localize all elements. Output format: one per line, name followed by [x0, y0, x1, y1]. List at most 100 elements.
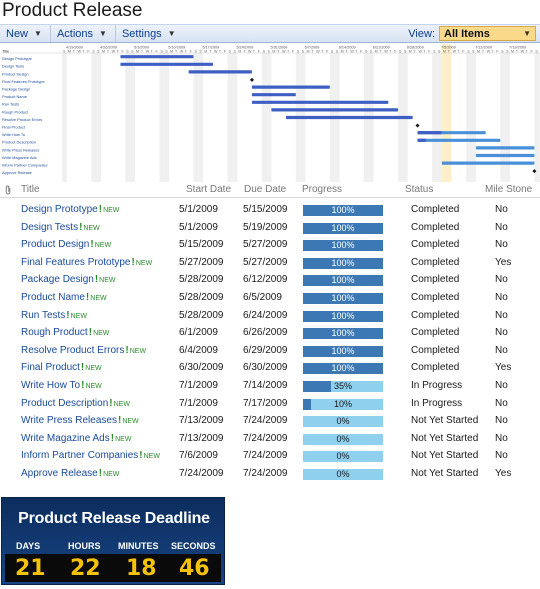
progress-bar: 100% [303, 257, 383, 269]
progress-bar: 100% [303, 363, 383, 375]
table-row[interactable]: Package Design!NEW 5/28/2009 6/12/2009 100%… [0, 271, 540, 289]
task-start-date: 5/28/2009 [179, 309, 224, 321]
progress-bar: 35% [303, 381, 383, 392]
task-start-date: 6/1/2009 [179, 327, 218, 339]
gantt-task-label: Inform Partner Companies [2, 163, 48, 168]
task-title-link[interactable]: Write Press Releases!NEW [21, 415, 139, 426]
task-status: Completed [411, 309, 460, 321]
task-title-link[interactable]: Product Design!NEW [21, 239, 111, 250]
task-status: Completed [411, 239, 460, 251]
countdown-label-seconds: SECONDS [171, 541, 216, 551]
gantt-milestone-diamond [249, 77, 254, 82]
gantt-weekend-shade [91, 53, 97, 182]
table-row[interactable]: Final Features Prototype!NEW 5/27/2009 5/2… [0, 254, 540, 272]
gantt-task-label: Write Press Releases [2, 147, 39, 152]
gantt-weekend-shade [266, 53, 272, 182]
view-select[interactable]: All Items ▼ [439, 26, 536, 41]
progress-value: 35% [333, 381, 352, 391]
gantt-weekend-shade [436, 53, 442, 182]
new-flag-icon: !NEW [98, 468, 120, 479]
progress-value: 100% [331, 240, 355, 251]
table-row[interactable]: Final Product!NEW 6/30/2009 6/30/2009 100% C… [0, 359, 540, 377]
task-title-text: Package Design [21, 274, 94, 286]
progress-bar: 100% [303, 205, 383, 216]
progress-bar: 0% [303, 416, 383, 428]
table-row[interactable]: Inform Partner Companies!NEW 7/6/2009 7/24… [0, 447, 540, 465]
new-menu-button[interactable]: New ▼ [0, 25, 51, 42]
new-flag-icon: !NEW [98, 204, 120, 215]
task-title-link[interactable]: Write How To!NEW [21, 380, 102, 391]
progress-value: 10% [333, 398, 352, 409]
task-milestone: No [495, 415, 508, 427]
task-milestone: No [495, 309, 508, 321]
settings-menu-button[interactable]: Settings ▼ [116, 25, 184, 42]
gantt-task-bar [271, 108, 399, 112]
task-milestone: No [495, 432, 508, 444]
gantt-task-bar [475, 146, 535, 150]
task-start-date: 7/13/2009 [179, 415, 224, 427]
task-title-link[interactable]: Design Prototype!NEW [21, 204, 119, 215]
column-header-start-date[interactable]: Start Date [186, 184, 231, 195]
table-row[interactable]: Write Magazine Ads!NEW 7/13/2009 7/24/2009… [0, 430, 540, 448]
table-row[interactable]: Write Press Releases!NEW 7/13/2009 7/24/20… [0, 412, 540, 430]
table-row[interactable]: Approve Release!NEW 7/24/2009 7/24/2009 0% N… [0, 465, 540, 483]
gantt-weekend-shade [164, 53, 170, 182]
task-title-link[interactable]: Package Design!NEW [21, 274, 116, 285]
actions-menu-label: Actions [56, 27, 94, 40]
progress-bar: 0% [303, 433, 383, 445]
task-title-link[interactable]: Product Description!NEW [21, 398, 130, 409]
gantt-weekend-shade [261, 53, 267, 182]
gantt-task-label: Design Tests [2, 64, 24, 69]
task-title-link[interactable]: Resolve Product Errors!NEW [21, 345, 146, 356]
task-title-link[interactable]: Inform Partner Companies!NEW [21, 450, 160, 461]
column-header-title[interactable]: Title [21, 184, 40, 195]
table-row[interactable]: Write How To!NEW 7/1/2009 7/14/2009 35% In P… [0, 377, 540, 395]
task-title-link[interactable]: Final Features Prototype!NEW [21, 257, 152, 268]
task-title-link[interactable]: Final Product!NEW [21, 362, 102, 373]
gantt-task-label: Final Features Prototype [2, 79, 45, 84]
table-row[interactable]: Product Name!NEW 5/28/2009 6/5/2009 100% Com… [0, 289, 540, 307]
countdown-hours-value: 22 [70, 556, 101, 581]
table-row[interactable]: Product Description!NEW 7/1/2009 7/17/2009… [0, 395, 540, 413]
task-title-link[interactable]: Write Magazine Ads!NEW [21, 433, 131, 444]
progress-value: 0% [336, 416, 350, 427]
task-title-link[interactable]: Design Tests!NEW [21, 222, 100, 233]
table-row[interactable]: Design Prototype!NEW 5/1/2009 5/15/2009 100… [0, 201, 540, 219]
gantt-task-label: Rough Product [2, 109, 29, 114]
progress-value: 100% [331, 293, 355, 303]
task-due-date: 7/14/2009 [243, 380, 288, 391]
gantt-task-label: Write How To [2, 132, 25, 137]
gantt-task-label: Product Name [2, 94, 27, 99]
column-header-due-date[interactable]: Due Date [244, 184, 286, 195]
task-start-date: 5/28/2009 [179, 274, 224, 286]
view-selector-group: View: All Items ▼ [408, 26, 540, 41]
task-title-link[interactable]: Run Tests!NEW [21, 310, 87, 321]
progress-bar: 100% [303, 222, 383, 234]
task-title-link[interactable]: Approve Release!NEW [21, 468, 119, 479]
task-start-date: 7/24/2009 [179, 468, 224, 479]
paperclip-icon [5, 185, 11, 195]
progress-bar: 100% [303, 328, 383, 340]
countdown-title: Product Release Deadline [18, 510, 210, 527]
task-title-link[interactable]: Product Name!NEW [21, 292, 107, 303]
task-title-text: Resolve Product Errors [21, 344, 125, 356]
new-flag-icon: !NEW [139, 450, 160, 462]
task-title-link[interactable]: Rough Product!NEW [21, 327, 109, 338]
task-title-text: Run Tests [21, 309, 66, 321]
new-flag-icon: !NEW [125, 344, 147, 356]
column-header-progress[interactable]: Progress [302, 184, 342, 195]
countdown-label-minutes: MINUTES [118, 541, 159, 551]
table-row[interactable]: Design Tests!NEW 5/1/2009 5/19/2009 100% Com… [0, 219, 540, 237]
task-start-date: 7/6/2009 [179, 450, 218, 462]
column-header-status[interactable]: Status [405, 184, 433, 195]
table-row[interactable]: Resolve Product Errors!NEW 6/4/2009 6/29/2… [0, 342, 540, 360]
gantt-chart: 4/19/2009 4/26/2009 5/3/2009 5/10/2009 5/17/… [0, 44, 540, 182]
table-row[interactable]: Rough Product!NEW 6/1/2009 6/26/2009 100% Co… [0, 324, 540, 342]
task-due-date: 5/27/2009 [243, 256, 288, 268]
task-start-date: 7/1/2009 [179, 397, 218, 409]
actions-menu-button[interactable]: Actions ▼ [51, 25, 116, 42]
table-row[interactable]: Product Design!NEW 5/15/2009 5/27/2009 100%… [0, 236, 540, 254]
table-row[interactable]: Run Tests!NEW 5/28/2009 6/24/2009 100% Compl… [0, 307, 540, 325]
task-title-text: Approve Release [21, 468, 98, 479]
column-header-milestone[interactable]: Mile Stone [485, 184, 532, 195]
